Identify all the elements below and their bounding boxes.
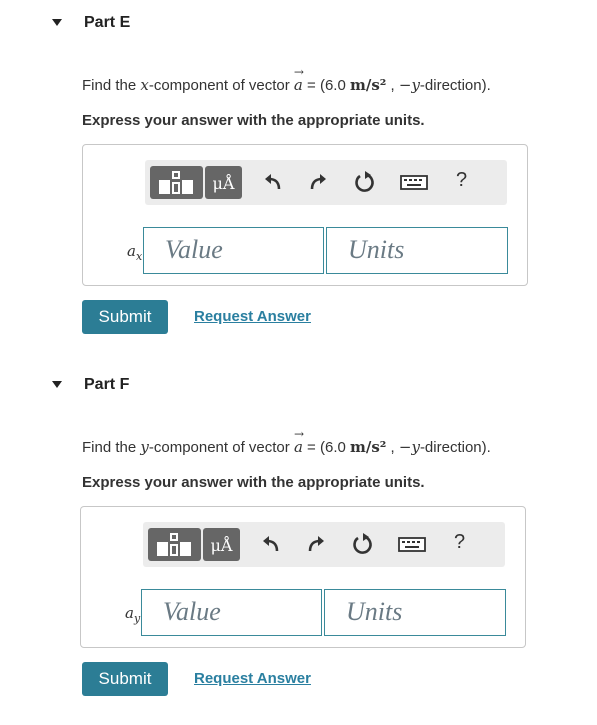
templates-icon[interactable] bbox=[148, 528, 201, 561]
undo-icon[interactable] bbox=[259, 532, 283, 556]
units-icon[interactable]: μÅ bbox=[205, 166, 242, 199]
units-input[interactable]: Units bbox=[326, 227, 508, 274]
help-icon[interactable]: ? bbox=[454, 531, 465, 554]
answer-box: μÅ ? ay = Value Units bbox=[80, 506, 526, 648]
instruction-text: Express your answer with the appropriate… bbox=[82, 474, 425, 491]
help-icon[interactable]: ? bbox=[456, 169, 467, 192]
math-toolbar: μÅ ? bbox=[143, 522, 505, 567]
request-answer-link[interactable]: Request Answer bbox=[194, 670, 311, 687]
templates-icon[interactable] bbox=[150, 166, 203, 199]
units-icon[interactable]: μÅ bbox=[203, 528, 240, 561]
collapse-caret-icon[interactable] bbox=[52, 19, 62, 26]
submit-button[interactable]: Submit bbox=[82, 300, 168, 334]
reset-icon[interactable] bbox=[352, 170, 376, 194]
redo-icon[interactable] bbox=[304, 532, 328, 556]
keyboard-icon[interactable] bbox=[397, 532, 427, 556]
value-input[interactable]: Value bbox=[141, 589, 322, 636]
request-answer-link[interactable]: Request Answer bbox=[194, 308, 311, 325]
part-title: Part F bbox=[84, 376, 130, 393]
collapse-caret-icon[interactable] bbox=[52, 381, 62, 388]
submit-button[interactable]: Submit bbox=[82, 662, 168, 696]
redo-icon[interactable] bbox=[306, 170, 330, 194]
part-e-header[interactable]: Part E bbox=[0, 10, 597, 40]
value-input[interactable]: Value bbox=[143, 227, 324, 274]
part-f-header[interactable]: Part F bbox=[0, 372, 597, 402]
keyboard-icon[interactable] bbox=[399, 170, 429, 194]
math-toolbar: μÅ ? bbox=[145, 160, 507, 205]
answer-box: μÅ ? ax = Value Units bbox=[82, 144, 528, 286]
undo-icon[interactable] bbox=[261, 170, 285, 194]
reset-icon[interactable] bbox=[350, 532, 374, 556]
units-input[interactable]: Units bbox=[324, 589, 506, 636]
instruction-text: Express your answer with the appropriate… bbox=[82, 112, 425, 129]
question-text: Find the x-component of vector a → = (6.0… bbox=[82, 65, 491, 94]
question-text: Find the y-component of vector a → = (6.0… bbox=[82, 427, 491, 456]
part-title: Part E bbox=[84, 14, 131, 31]
